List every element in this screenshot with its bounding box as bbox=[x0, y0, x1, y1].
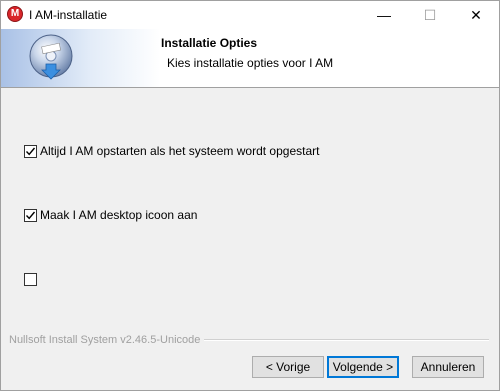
maximize-button: ☐ bbox=[407, 1, 453, 29]
checkmark-icon bbox=[25, 211, 36, 219]
desktop-icon-checkbox[interactable] bbox=[24, 208, 37, 222]
desktop-icon-label: Maak I AM desktop icoon aan bbox=[40, 208, 198, 222]
cancel-button[interactable]: Annuleren bbox=[412, 356, 484, 378]
page-subtitle: Kies installatie opties voor I AM bbox=[167, 56, 334, 70]
checkmark-icon bbox=[25, 147, 36, 155]
installer-header: Installatie Opties Kies installatie opti… bbox=[1, 29, 499, 88]
app-logo-icon: M bbox=[7, 6, 23, 22]
installer-window: M I AM-installatie — ☐ ✕ Installatie Opt… bbox=[0, 0, 500, 391]
option-autostart[interactable]: Altijd I AM opstarten als het systeem wo… bbox=[24, 144, 319, 158]
branding-divider bbox=[204, 339, 489, 341]
option-unlabeled[interactable] bbox=[24, 273, 40, 286]
install-disc-icon bbox=[29, 34, 73, 80]
option-desktop-icon[interactable]: Maak I AM desktop icoon aan bbox=[24, 208, 197, 222]
minimize-icon: — bbox=[377, 7, 391, 23]
page-title: Installatie Opties bbox=[161, 36, 258, 50]
maximize-icon: ☐ bbox=[423, 6, 437, 23]
branding-text: Nullsoft Install System v2.46.5-Unicode bbox=[9, 334, 201, 346]
close-icon: ✕ bbox=[470, 6, 482, 23]
branding-line: Nullsoft Install System v2.46.5-Unicode bbox=[9, 333, 489, 347]
minimize-button[interactable]: — bbox=[361, 1, 407, 29]
close-button[interactable]: ✕ bbox=[453, 1, 499, 29]
next-button[interactable]: Volgende > bbox=[327, 356, 399, 378]
unlabeled-checkbox[interactable] bbox=[24, 273, 37, 286]
autostart-label: Altijd I AM opstarten als het systeem wo… bbox=[40, 144, 320, 158]
back-button[interactable]: < Vorige bbox=[252, 356, 324, 378]
autostart-checkbox[interactable] bbox=[24, 144, 37, 158]
title-bar[interactable]: M I AM-installatie — ☐ ✕ bbox=[1, 1, 499, 29]
window-title: I AM-installatie bbox=[29, 8, 108, 22]
